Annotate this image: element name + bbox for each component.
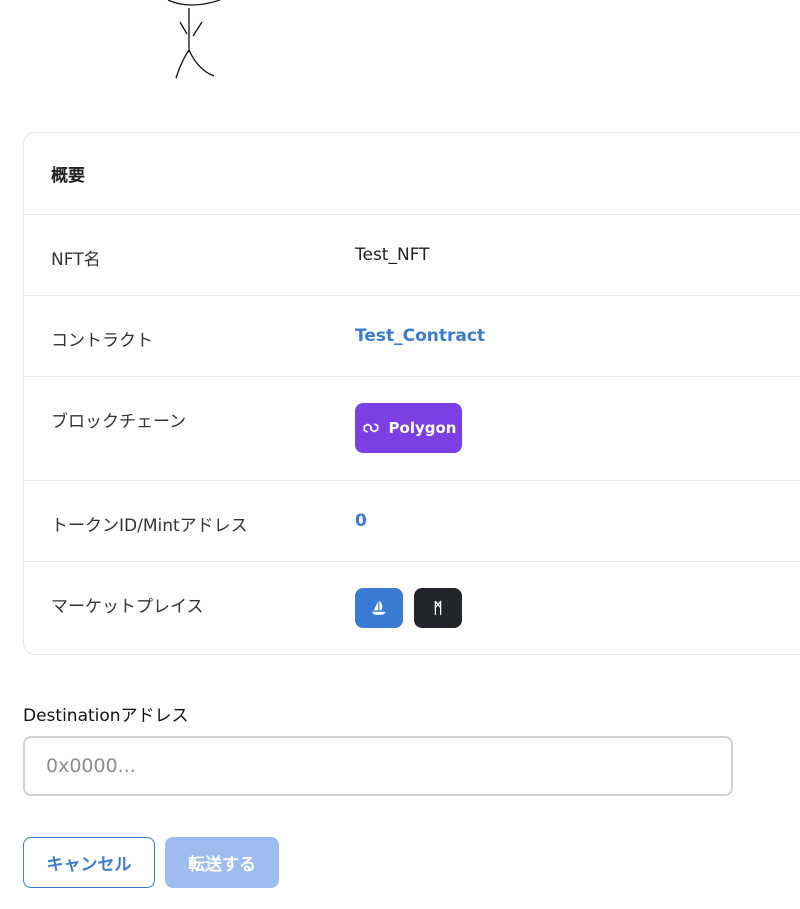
transfer-button[interactable]: 転送する	[165, 837, 279, 888]
destination-label: Destinationアドレス	[23, 706, 189, 726]
polygon-label: Polygon	[388, 419, 457, 437]
opensea-button[interactable]	[355, 588, 403, 628]
stick-figure-illustration	[167, 0, 220, 79]
transfer-page: 概要 NFT名 Test_NFT コントラクト Test_Contract ブロ…	[0, 0, 800, 909]
token-id-label: トークンID/Mintアドレス	[51, 516, 248, 536]
destination-address-input[interactable]	[23, 736, 733, 796]
row-contract: コントラクト Test_Contract	[24, 296, 800, 377]
token-id-link[interactable]: 0	[355, 511, 367, 531]
magic-eden-icon: ᛗ	[433, 599, 443, 617]
row-blockchain: ブロックチェーン Polygon	[24, 377, 800, 481]
polygon-badge: Polygon	[355, 403, 462, 453]
nft-name-label: NFT名	[51, 250, 101, 270]
contract-link[interactable]: Test_Contract	[355, 326, 485, 346]
polygon-icon	[363, 423, 379, 433]
summary-card: 概要 NFT名 Test_NFT コントラクト Test_Contract ブロ…	[23, 132, 800, 655]
nft-name-value: Test_NFT	[355, 245, 430, 265]
row-token-id: トークンID/Mintアドレス 0	[24, 481, 800, 562]
row-nft-name: NFT名 Test_NFT	[24, 215, 800, 296]
magic-eden-button[interactable]: ᛗ	[414, 588, 462, 628]
summary-title: 概要	[24, 133, 800, 215]
contract-label: コントラクト	[51, 331, 153, 351]
opensea-ship-icon	[372, 600, 386, 615]
marketplace-label: マーケットプレイス	[51, 597, 204, 617]
blockchain-label: ブロックチェーン	[51, 412, 187, 432]
cancel-button[interactable]: キャンセル	[23, 837, 155, 888]
row-marketplace: マーケットプレイス ᛗ	[24, 562, 800, 654]
